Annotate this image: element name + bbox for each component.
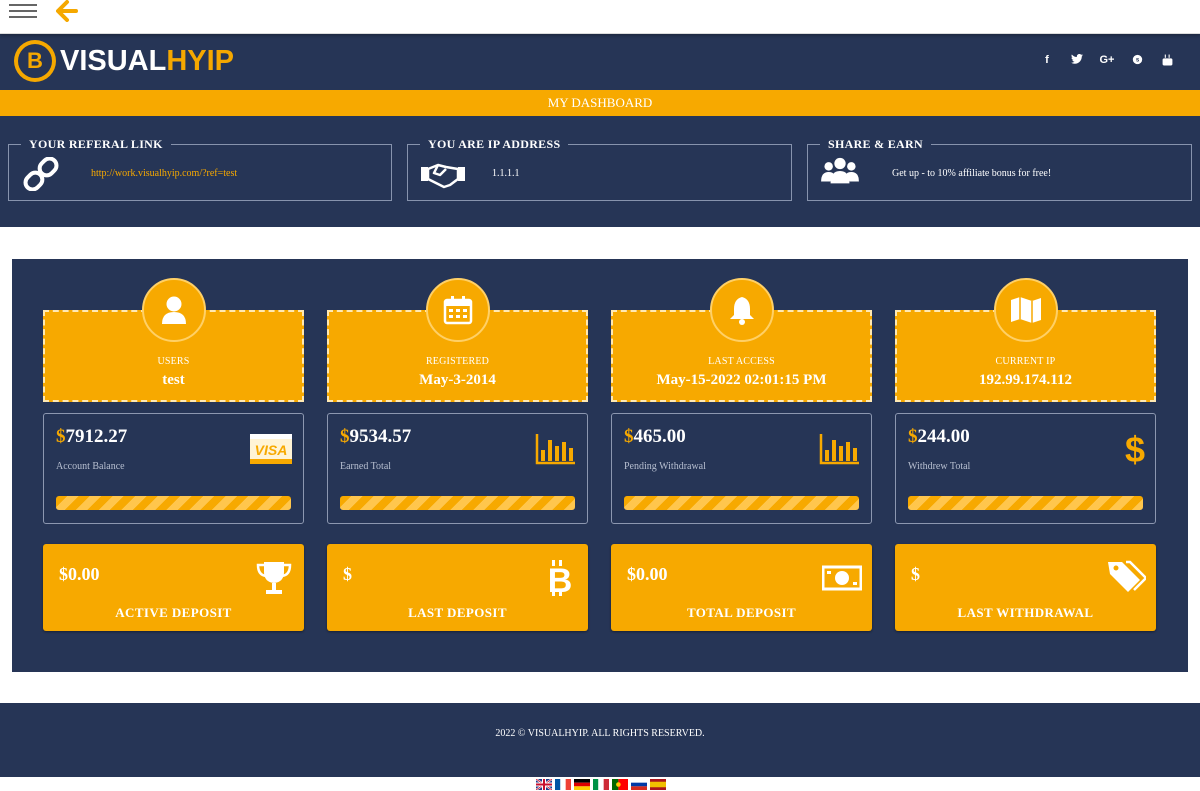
bitcoin-logo-icon: B — [14, 40, 56, 82]
link-icon — [23, 157, 59, 191]
last-withdrawal-label: LAST WITHDRAWAL — [957, 605, 1094, 620]
svg-text:VISA: VISA — [255, 442, 288, 458]
total-deposit-amount: $0.00 — [627, 564, 668, 584]
current-ip-label: CURRENT IP — [995, 356, 1056, 367]
map-icon — [994, 278, 1058, 342]
social-links: f G+ s — [1032, 53, 1182, 69]
trophy-icon — [256, 562, 292, 594]
user-icon — [142, 278, 206, 342]
share-earn-title: SHARE & EARN — [820, 137, 931, 151]
copyright-text: 2022 © VISUALHYIP. ALL RIGHTS RESERVED. — [495, 728, 705, 739]
earned-total-amount: $9534.57 — [340, 426, 412, 447]
ip-address-title: YOU ARE IP ADDRESS — [420, 137, 569, 151]
site-logo[interactable]: B VISUALHYIP — [14, 40, 234, 82]
account-balance-progress — [56, 496, 291, 510]
site-footer: 2022 © VISUALHYIP. ALL RIGHTS RESERVED. — [0, 703, 1200, 777]
withdrew-total-progress — [908, 496, 1143, 510]
registered-value: May-3-2014 — [419, 372, 496, 388]
russian-flag[interactable] — [631, 779, 647, 790]
visa-icon: VISA — [250, 434, 292, 464]
share-earn-text: Get up - to 10% affiliate bonus for free… — [892, 168, 1052, 179]
logo-text-yellow: HYIP — [166, 44, 235, 77]
pending-withdrawal-progress — [624, 496, 859, 510]
ip-address-box: YOU ARE IP ADDRESS 1.1.1.1 — [407, 137, 792, 201]
account-balance-label: Account Balance — [56, 461, 125, 472]
users-group-icon — [821, 157, 859, 184]
dashboard-title: MY DASHBOARD — [0, 90, 1200, 116]
pending-withdrawal-amount: $465.00 — [624, 426, 686, 447]
logo-text: VISUALHYIP — [60, 45, 234, 78]
facebook-icon[interactable]: f — [1032, 54, 1062, 69]
users-label: USERS — [157, 356, 190, 367]
portuguese-flag[interactable] — [612, 779, 628, 790]
withdrew-total-label: Withdrew Total — [908, 461, 971, 472]
earned-total-label: Earned Total — [340, 461, 392, 472]
last-access-label: LAST ACCESS — [708, 356, 775, 367]
bell-icon — [710, 278, 774, 342]
dollar-icon: $ — [1125, 432, 1145, 466]
referral-link-box: YOUR REFERAL LINK http://work.visualhyip… — [8, 137, 392, 201]
dashboard-panel: USERS test REGISTERED May-3-2014 LAST AC… — [12, 259, 1188, 672]
logo-text-white: VISUAL — [60, 44, 167, 77]
svg-text:$: $ — [1125, 432, 1145, 466]
last-deposit-label: LAST DEPOSIT — [408, 605, 507, 620]
info-strip: YOUR REFERAL LINK http://work.visualhyip… — [0, 116, 1200, 227]
registered-label: REGISTERED — [425, 356, 490, 367]
back-arrow-icon[interactable] — [56, 0, 78, 22]
ip-address-value: 1.1.1.1 — [492, 168, 520, 179]
youtube-icon[interactable] — [1152, 54, 1182, 69]
active-deposit-amount: $0.00 — [59, 564, 100, 584]
total-deposit-card[interactable]: $0.00 TOTAL DEPOSIT — [611, 544, 872, 631]
bar-chart-icon — [535, 434, 575, 465]
withdrew-total-amount: $244.00 — [908, 426, 970, 447]
top-toolbar — [0, 0, 1200, 34]
site-header: B VISUALHYIP f G+ s — [0, 34, 1200, 90]
earned-total-progress — [340, 496, 575, 510]
italian-flag[interactable] — [593, 779, 609, 790]
twitter-icon[interactable] — [1062, 53, 1092, 69]
hamburger-menu-icon[interactable] — [9, 4, 37, 20]
total-deposit-label: TOTAL DEPOSIT — [686, 605, 797, 620]
english-flag[interactable] — [536, 779, 552, 790]
handshake-icon — [421, 163, 465, 189]
active-deposit-card[interactable]: $0.00 ACTIVE DEPOSIT — [43, 544, 304, 631]
account-balance-amount: $7912.27 — [56, 426, 128, 447]
last-withdrawal-card[interactable]: $ LAST WITHDRAWAL — [895, 544, 1156, 631]
last-withdrawal-amount: $ — [911, 564, 920, 584]
bitcoin-icon: B — [548, 560, 572, 598]
share-earn-box: SHARE & EARN Get up - to 10% affiliate b… — [807, 137, 1192, 201]
calendar-icon — [426, 278, 490, 342]
active-deposit-label: ACTIVE DEPOSIT — [115, 605, 232, 620]
german-flag[interactable] — [574, 779, 590, 790]
pending-withdrawal-card: $465.00 Pending Withdrawal — [611, 413, 872, 524]
last-deposit-amount: $ — [343, 564, 352, 584]
earned-total-card: $9534.57 Earned Total — [327, 413, 588, 524]
withdrew-total-card: $244.00 Withdrew Total $ — [895, 413, 1156, 524]
referral-link-url[interactable]: http://work.visualhyip.com/?ref=test — [91, 167, 237, 181]
last-deposit-card[interactable]: $ B LAST DEPOSIT — [327, 544, 588, 631]
language-selector — [536, 779, 666, 790]
current-ip-value: 192.99.174.112 — [979, 372, 1072, 388]
bar-chart-icon — [819, 434, 859, 465]
last-access-value: May-15-2022 02:01:15 PM — [656, 372, 827, 388]
referral-link-title: YOUR REFERAL LINK — [21, 137, 171, 151]
french-flag[interactable] — [555, 779, 571, 790]
money-icon — [822, 565, 862, 591]
tags-icon — [1108, 560, 1146, 592]
account-balance-card: $7912.27 Account Balance VISA — [43, 413, 304, 524]
google-plus-icon[interactable]: G+ — [1092, 54, 1122, 69]
skype-icon[interactable]: s — [1122, 54, 1152, 69]
users-value: test — [162, 372, 185, 388]
spanish-flag[interactable] — [650, 779, 666, 790]
pending-withdrawal-label: Pending Withdrawal — [624, 461, 706, 472]
